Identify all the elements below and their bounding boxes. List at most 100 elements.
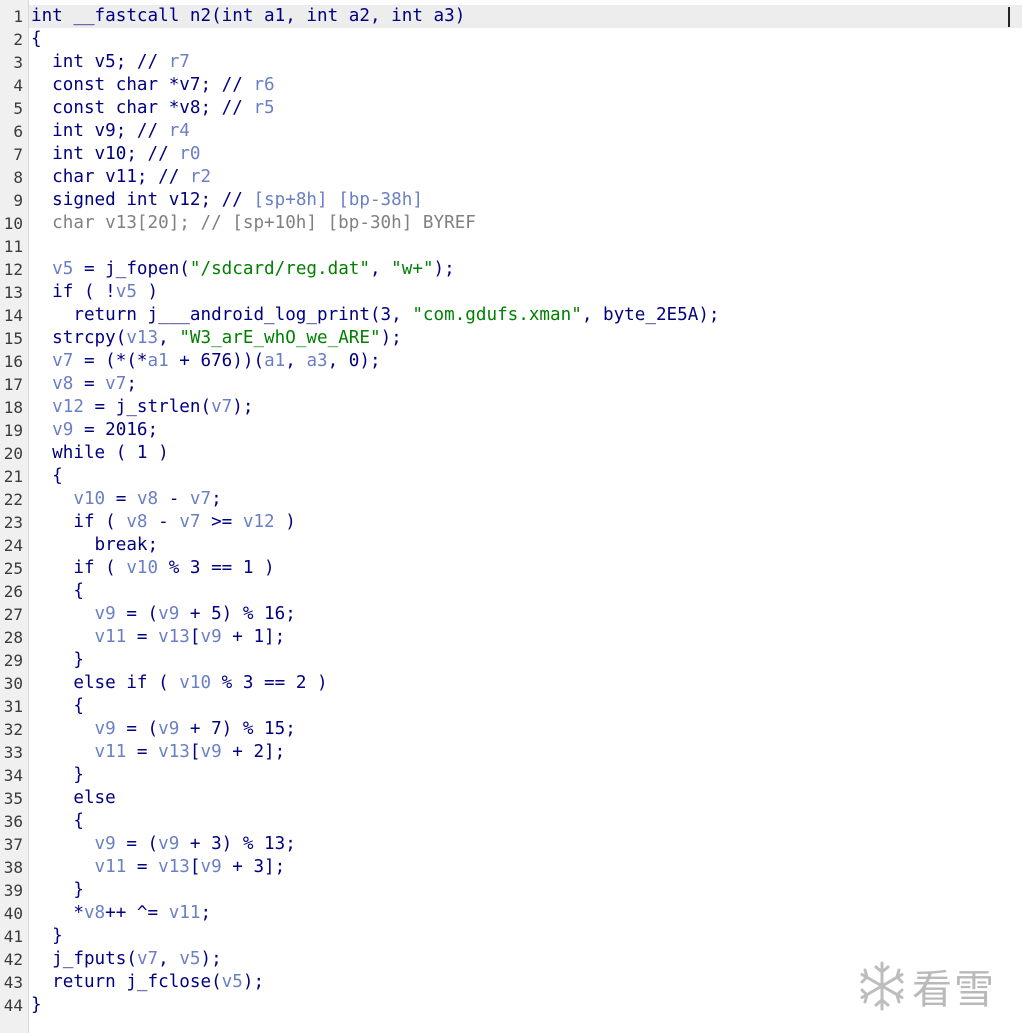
- code-text[interactable]: return j_fclose(v5);: [31, 971, 264, 994]
- code-text[interactable]: if ( v8 - v7 >= v12 ): [31, 511, 295, 534]
- code-line[interactable]: 14 return j___android_log_print(3, "com.…: [0, 304, 1022, 327]
- code-line[interactable]: 17 v8 = v7;: [0, 373, 1022, 396]
- code-token: v11: [31, 627, 127, 647]
- code-line[interactable]: 12 v5 = j_fopen("/sdcard/reg.dat", "w+")…: [0, 258, 1022, 281]
- code-token: v12: [31, 397, 84, 417]
- code-text[interactable]: if ( !v5 ): [31, 281, 158, 304]
- code-text[interactable]: }: [31, 649, 84, 672]
- code-text[interactable]: }: [31, 764, 84, 787]
- code-text[interactable]: break;: [31, 534, 159, 557]
- code-token: v5: [115, 282, 137, 302]
- code-line[interactable]: 21 {: [0, 465, 1022, 488]
- line-number: 32: [3, 720, 23, 739]
- code-line[interactable]: 10 char v13[20]; // [sp+10h] [bp-30h] BY…: [0, 212, 1022, 235]
- code-text[interactable]: v5 = j_fopen("/sdcard/reg.dat", "w+");: [31, 258, 455, 281]
- code-text[interactable]: v7 = (*(*a1 + 676))(a1, a3, 0);: [31, 350, 380, 373]
- code-line[interactable]: 4 const char *v7; // r6: [0, 74, 1022, 97]
- code-text[interactable]: else: [31, 787, 115, 810]
- code-text[interactable]: signed int v12; // [sp+8h] [bp-38h]: [31, 189, 423, 212]
- code-text[interactable]: j_fputs(v7, v5);: [31, 948, 222, 971]
- code-line[interactable]: 39 }: [0, 879, 1022, 902]
- code-line[interactable]: 37 v9 = (v9 + 3) % 13;: [0, 833, 1022, 856]
- code-text[interactable]: return j___android_log_print(3, "com.gdu…: [31, 304, 719, 327]
- code-line[interactable]: 23 if ( v8 - v7 >= v12 ): [0, 511, 1022, 534]
- code-line[interactable]: 38 v11 = v13[v9 + 3];: [0, 856, 1022, 879]
- code-line[interactable]: 5 const char *v8; // r5: [0, 97, 1022, 120]
- code-line[interactable]: 20 while ( 1 ): [0, 442, 1022, 465]
- code-token: [: [189, 627, 201, 647]
- code-line[interactable]: 31 {: [0, 695, 1022, 718]
- code-text[interactable]: const char *v8; // r5: [31, 97, 274, 120]
- code-text[interactable]: v11 = v13[v9 + 1];: [31, 626, 286, 649]
- code-text[interactable]: }: [31, 925, 63, 948]
- code-token: [: [189, 857, 201, 877]
- code-line[interactable]: 29 }: [0, 649, 1022, 672]
- code-line[interactable]: 41 }: [0, 925, 1022, 948]
- code-line[interactable]: 15 strcpy(v13, "W3_arE_whO_we_ARE");: [0, 327, 1022, 350]
- code-text[interactable]: }: [31, 994, 42, 1017]
- code-text[interactable]: {: [31, 810, 84, 833]
- code-text[interactable]: strcpy(v13, "W3_arE_whO_we_ARE");: [31, 327, 402, 350]
- code-line[interactable]: 2{: [0, 28, 1022, 51]
- line-number: 8: [13, 168, 23, 187]
- code-text[interactable]: int v10; // r0: [31, 143, 200, 166]
- code-line[interactable]: 35 else: [0, 787, 1022, 810]
- code-text[interactable]: int __fastcall n2(int a1, int a2, int a3…: [31, 5, 465, 28]
- code-text[interactable]: }: [31, 879, 84, 902]
- code-text[interactable]: v10 = v8 - v7;: [31, 488, 222, 511]
- code-line[interactable]: 19 v9 = 2016;: [0, 419, 1022, 442]
- code-line[interactable]: 13 if ( !v5 ): [0, 281, 1022, 304]
- code-text[interactable]: int v5; // r7: [31, 51, 190, 74]
- code-text[interactable]: v8 = v7;: [31, 373, 137, 396]
- code-line[interactable]: 6 int v9; // r4: [0, 120, 1022, 143]
- code-line[interactable]: 28 v11 = v13[v9 + 1];: [0, 626, 1022, 649]
- code-line[interactable]: 1 int __fastcall n2(int a1, int a2, int a…: [0, 5, 1022, 28]
- code-token: *: [31, 903, 84, 923]
- code-token: ;: [211, 489, 222, 509]
- code-line[interactable]: 3 int v5; // r7: [0, 51, 1022, 74]
- code-line[interactable]: 7 int v10; // r0: [0, 143, 1022, 166]
- code-line[interactable]: 24 break;: [0, 534, 1022, 557]
- code-line[interactable]: 18 v12 = j_strlen(v7);: [0, 396, 1022, 419]
- code-text[interactable]: const char *v7; // r6: [31, 74, 274, 97]
- code-token: [: [189, 742, 201, 762]
- code-text[interactable]: int v9; // r4: [31, 120, 190, 143]
- code-line[interactable]: 8 char v11; // r2: [0, 166, 1022, 189]
- code-text[interactable]: v9 = (v9 + 5) % 16;: [31, 603, 296, 626]
- code-text[interactable]: *v8++ ^= v11;: [31, 902, 211, 925]
- line-number: 44: [3, 996, 23, 1015]
- line-number: 1: [13, 7, 23, 26]
- code-text[interactable]: {: [31, 465, 63, 488]
- code-text[interactable]: {: [31, 28, 42, 51]
- code-line[interactable]: 25 if ( v10 % 3 == 1 ): [0, 557, 1022, 580]
- code-text[interactable]: char v11; // r2: [31, 166, 211, 189]
- code-line[interactable]: 16 v7 = (*(*a1 + 676))(a1, a3, 0);: [0, 350, 1022, 373]
- code-text[interactable]: v9 = (v9 + 3) % 13;: [31, 833, 296, 856]
- code-text[interactable]: char v13[20]; // [sp+10h] [bp-30h] BYREF: [31, 212, 476, 235]
- code-line[interactable]: 40 *v8++ ^= v11;: [0, 902, 1022, 925]
- code-text[interactable]: v11 = v13[v9 + 2];: [31, 741, 286, 764]
- code-line[interactable]: 27 v9 = (v9 + 5) % 16;: [0, 603, 1022, 626]
- code-text[interactable]: if ( v10 % 3 == 1 ): [31, 557, 274, 580]
- code-text[interactable]: {: [31, 695, 84, 718]
- code-text[interactable]: v9 = (v9 + 7) % 15;: [31, 718, 296, 741]
- code-token: v9: [158, 719, 180, 739]
- code-line[interactable]: 30 else if ( v10 % 3 == 2 ): [0, 672, 1022, 695]
- code-line[interactable]: 22 v10 = v8 - v7;: [0, 488, 1022, 511]
- code-line[interactable]: 34 }: [0, 764, 1022, 787]
- code-text[interactable]: v11 = v13[v9 + 3];: [31, 856, 286, 879]
- code-text[interactable]: v12 = j_strlen(v7);: [31, 396, 253, 419]
- pseudocode-editor[interactable]: 1 int __fastcall n2(int a1, int a2, int a…: [0, 0, 1022, 1033]
- code-line[interactable]: 32 v9 = (v9 + 7) % 15;: [0, 718, 1022, 741]
- code-text[interactable]: else if ( v10 % 3 == 2 ): [31, 672, 327, 695]
- code-token: {: [31, 811, 84, 831]
- code-text[interactable]: {: [31, 580, 84, 603]
- code-line[interactable]: 9 signed int v12; // [sp+8h] [bp-38h]: [0, 189, 1022, 212]
- code-text[interactable]: while ( 1 ): [31, 442, 169, 465]
- code-line[interactable]: 33 v11 = v13[v9 + 2];: [0, 741, 1022, 764]
- code-text[interactable]: v9 = 2016;: [31, 419, 158, 442]
- code-line[interactable]: 36 {: [0, 810, 1022, 833]
- code-line[interactable]: 11: [0, 235, 1022, 258]
- line-number: 13: [3, 283, 23, 302]
- code-line[interactable]: 26 {: [0, 580, 1022, 603]
